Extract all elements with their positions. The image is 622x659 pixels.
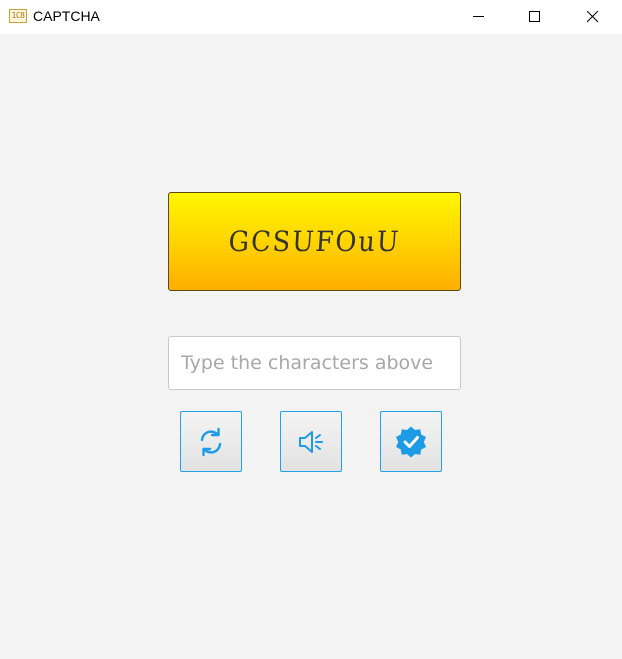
captcha-code: GCSUFOuU: [227, 225, 402, 258]
refresh-button[interactable]: [180, 411, 242, 472]
captcha-answer-input[interactable]: [168, 336, 461, 390]
speaker-icon: [299, 430, 323, 453]
audio-button[interactable]: [280, 411, 342, 472]
verify-button[interactable]: [380, 411, 442, 472]
maximize-button[interactable]: [512, 0, 558, 34]
close-icon: [587, 11, 599, 23]
close-button[interactable]: [570, 0, 616, 34]
minimize-button[interactable]: [456, 0, 502, 34]
maximize-icon: [529, 11, 540, 22]
window-title: CAPTCHA: [33, 8, 100, 24]
refresh-icon: [200, 427, 222, 456]
minimize-icon: [473, 16, 484, 17]
app-icon: 1C8: [9, 9, 27, 23]
title-bar: 1C8 CAPTCHA: [0, 0, 622, 34]
verified-badge-icon: [396, 426, 426, 457]
captcha-image: GCSUFOuU: [168, 192, 461, 291]
